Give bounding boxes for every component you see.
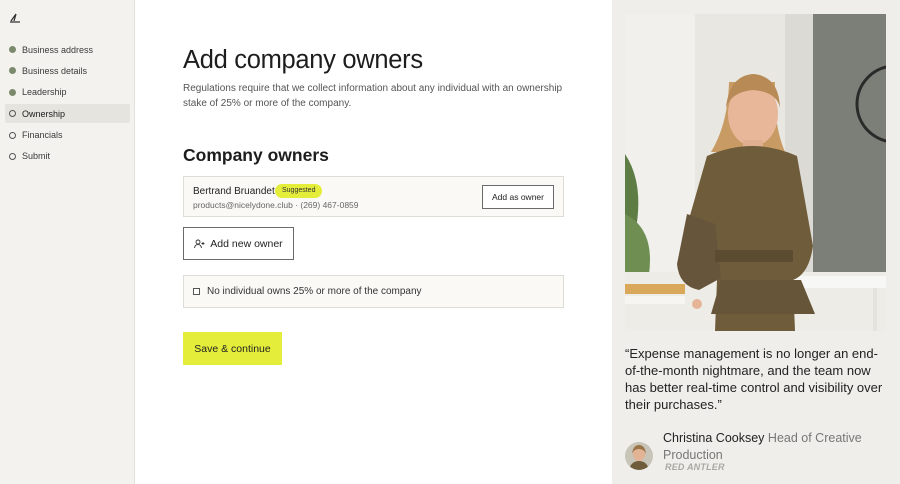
sidebar-item-label: Business details bbox=[22, 65, 88, 76]
testimonial-panel: “Expense management is no longer an end-… bbox=[612, 0, 900, 484]
no-owner-checkbox[interactable] bbox=[193, 288, 200, 295]
company-logo: RED ANTLER bbox=[665, 462, 725, 472]
no-owner-checkbox-row[interactable]: No individual owns 25% or more of the co… bbox=[183, 275, 564, 308]
sidebar-item-business-details[interactable]: Business details bbox=[5, 61, 130, 80]
completed-step-icon bbox=[9, 46, 16, 53]
suggested-badge: Suggested bbox=[275, 184, 323, 198]
add-user-icon bbox=[194, 239, 205, 248]
testimonial-photo bbox=[625, 14, 886, 331]
sidebar-item-label: Business address bbox=[22, 44, 94, 55]
page-title: Add company owners bbox=[183, 46, 423, 74]
logo-icon bbox=[10, 13, 20, 23]
sidebar-item-submit[interactable]: Submit bbox=[5, 147, 130, 166]
sidebar-item-ownership[interactable]: Ownership bbox=[5, 104, 130, 124]
pending-step-icon bbox=[9, 152, 16, 160]
add-new-owner-button[interactable]: Add new owner bbox=[183, 227, 294, 260]
sidebar-item-label: Ownership bbox=[22, 108, 66, 119]
testimonial-quote: “Expense management is no longer an end-… bbox=[625, 346, 883, 412]
completed-step-icon bbox=[9, 67, 16, 75]
section-title: Company owners bbox=[183, 145, 329, 165]
checkbox-label: No individual owns 25% or more of the co… bbox=[207, 286, 422, 297]
add-as-owner-button[interactable]: Add as owner bbox=[482, 185, 554, 209]
sidebar-item-label: Leadership bbox=[22, 87, 67, 98]
pending-step-icon bbox=[9, 131, 16, 139]
sidebar-item-business-address[interactable]: Business address bbox=[5, 40, 130, 59]
sidebar-item-financials[interactable]: Financials bbox=[5, 126, 130, 145]
avatar bbox=[625, 442, 653, 470]
main-content: Add company owners Regulations require t… bbox=[135, 0, 612, 484]
sidebar-item-label: Submit bbox=[22, 151, 51, 162]
suggested-owner-card: Bertrand Bruandet Suggested products@nic… bbox=[183, 176, 564, 217]
author-name: Christina Cooksey bbox=[663, 431, 765, 445]
testimonial-author: Christina Cooksey Head of Creative Produ… bbox=[663, 430, 891, 463]
pending-step-icon bbox=[9, 110, 16, 118]
sidebar-item-leadership[interactable]: Leadership bbox=[5, 83, 130, 102]
completed-step-icon bbox=[9, 88, 16, 96]
sidebar-item-label: Financials bbox=[22, 130, 63, 141]
owner-contact: products@nicelydone.club · (269) 467-085… bbox=[193, 200, 359, 210]
sidebar-nav: Business address Business details Leader… bbox=[5, 40, 130, 168]
page-description: Regulations require that we collect info… bbox=[183, 83, 563, 109]
owner-name: Bertrand Bruandet bbox=[193, 186, 275, 197]
sidebar: Business address Business details Leader… bbox=[0, 0, 135, 484]
add-new-owner-label: Add new owner bbox=[210, 237, 283, 250]
save-continue-button[interactable]: Save & continue bbox=[183, 332, 282, 365]
